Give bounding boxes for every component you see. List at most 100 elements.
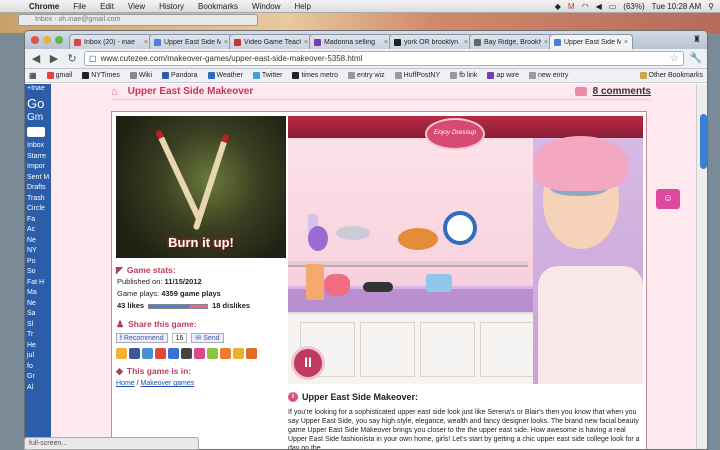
menu-edit[interactable]: Edit bbox=[93, 2, 121, 11]
bookmark-ap-wire[interactable]: ap wire bbox=[487, 72, 519, 79]
gmail-user[interactable]: +Inae bbox=[25, 84, 51, 95]
share-service-icon[interactable] bbox=[155, 348, 166, 359]
share-service-icon[interactable] bbox=[233, 348, 244, 359]
bookmark-twitter[interactable]: Twitter bbox=[252, 72, 282, 79]
tab-ues-active[interactable]: Upper East Side M × bbox=[549, 34, 633, 49]
bookmark-new-entry[interactable]: new entry bbox=[529, 72, 568, 79]
tab-ues-1[interactable]: Upper East Side M × bbox=[149, 34, 233, 49]
cream-tube-item[interactable] bbox=[306, 264, 324, 300]
scrollbar-thumb[interactable] bbox=[700, 114, 707, 169]
gmail-label-item[interactable]: jul bbox=[25, 351, 51, 362]
gmail-label-item[interactable]: NY bbox=[25, 246, 51, 257]
share-service-icon[interactable] bbox=[168, 348, 179, 359]
menu-file[interactable]: File bbox=[66, 2, 93, 11]
close-tab-icon[interactable]: × bbox=[624, 39, 628, 46]
bookmark-pandora[interactable]: Pandora bbox=[162, 72, 198, 79]
tab-gmail[interactable]: Inbox (20) - inae × bbox=[69, 34, 153, 49]
gmail-label-item[interactable]: Circle bbox=[25, 204, 51, 215]
gmail-label-item[interactable]: Fa bbox=[25, 215, 51, 226]
zoom-window-button[interactable] bbox=[55, 36, 63, 44]
gmail-label-item[interactable]: Tr bbox=[25, 330, 51, 341]
wifi-icon[interactable]: ◠ bbox=[582, 2, 589, 11]
jar-item[interactable] bbox=[426, 274, 452, 292]
dropbox-icon[interactable]: ◆ bbox=[555, 2, 561, 11]
gmail-label-item[interactable]: Sent M bbox=[25, 173, 51, 184]
clock[interactable]: Tue 10:28 AM bbox=[652, 2, 702, 11]
close-tab-icon[interactable]: × bbox=[304, 39, 308, 46]
download-shelf[interactable]: full-screen... bbox=[24, 437, 199, 450]
bookmark-star-icon[interactable]: ☆ bbox=[670, 53, 679, 64]
gmail-label-item[interactable]: Po bbox=[25, 257, 51, 268]
bookmark-fb-link[interactable]: fb link bbox=[450, 72, 477, 79]
gmail-label-item[interactable]: Al bbox=[25, 383, 51, 394]
page-scrollbar[interactable] bbox=[696, 84, 707, 449]
close-tab-icon[interactable]: × bbox=[464, 39, 468, 46]
tab-video-game[interactable]: Video Game Teach × bbox=[229, 34, 313, 49]
breadcrumb-home[interactable]: Home bbox=[116, 380, 135, 387]
gmail-notifier-icon[interactable]: M bbox=[568, 2, 575, 11]
compact-item[interactable] bbox=[363, 282, 393, 292]
close-tab-icon[interactable]: × bbox=[384, 39, 388, 46]
comments-link[interactable]: 8 comments bbox=[574, 86, 651, 97]
chat-widget-button[interactable]: ☺ bbox=[656, 189, 680, 209]
bookmark-wiki[interactable]: Wiki bbox=[129, 72, 152, 79]
address-bar[interactable]: ▢ www.cutezee.com/makeover-games/upper-e… bbox=[84, 51, 684, 66]
gmail-label-item[interactable]: Ac bbox=[25, 225, 51, 236]
glove-item[interactable] bbox=[324, 274, 350, 296]
menu-history[interactable]: History bbox=[152, 2, 191, 11]
gmail-label-item[interactable]: Impor bbox=[25, 162, 51, 173]
share-service-icon[interactable] bbox=[129, 348, 140, 359]
back-button[interactable]: ◀ bbox=[30, 52, 42, 65]
game-stage[interactable]: Enjoy Dressup II bbox=[288, 116, 643, 384]
home-icon[interactable]: ⌂ bbox=[111, 86, 118, 98]
close-window-button[interactable] bbox=[31, 36, 39, 44]
battery-icon[interactable]: ▭ bbox=[609, 2, 617, 11]
share-service-icon[interactable] bbox=[142, 348, 153, 359]
tab-bay-ridge[interactable]: Bay Ridge, Brookly × bbox=[469, 34, 553, 49]
bookmark-times-metro[interactable]: times metro bbox=[292, 72, 338, 79]
background-window[interactable]: Inbox - oh.inae@gmail.com bbox=[18, 14, 258, 26]
menu-chrome[interactable]: Chrome bbox=[22, 2, 66, 11]
share-service-icon[interactable] bbox=[181, 348, 192, 359]
menu-window[interactable]: Window bbox=[245, 2, 287, 11]
facebook-send-button[interactable]: ✉ Send bbox=[191, 333, 224, 343]
compose-button[interactable] bbox=[27, 127, 45, 137]
close-tab-icon[interactable]: × bbox=[544, 39, 548, 46]
brush-item[interactable] bbox=[336, 226, 370, 240]
spotlight-icon[interactable]: ⚲ bbox=[708, 2, 714, 11]
comments-count[interactable]: 8 comments bbox=[593, 86, 651, 97]
tab-madonna[interactable]: Madonna selling × bbox=[309, 34, 393, 49]
breadcrumb-makeover-games[interactable]: Makeover games bbox=[141, 380, 195, 387]
share-service-icon[interactable] bbox=[246, 348, 257, 359]
other-bookmarks[interactable]: Other Bookmarks bbox=[639, 72, 703, 79]
gmail-label-item[interactable]: Ne bbox=[25, 299, 51, 310]
share-service-icon[interactable] bbox=[220, 348, 231, 359]
profile-icon[interactable]: ♜ bbox=[693, 34, 701, 45]
reload-button[interactable]: ↻ bbox=[66, 52, 78, 65]
gmail-label-item[interactable]: fo bbox=[25, 362, 51, 373]
pause-button[interactable]: II bbox=[291, 346, 325, 380]
featured-game-thumbnail[interactable]: Burn it up! bbox=[116, 116, 286, 258]
bookmark-nytimes[interactable]: NYTimes bbox=[82, 72, 120, 79]
url-text[interactable]: www.cutezee.com/makeover-games/upper-eas… bbox=[101, 54, 670, 63]
facebook-recommend-button[interactable]: f Recommend bbox=[116, 333, 168, 343]
forward-button[interactable]: ▶ bbox=[48, 52, 60, 65]
bookmark-entry-wiz[interactable]: entry wiz bbox=[348, 72, 385, 79]
purple-bottle-item[interactable] bbox=[308, 226, 328, 251]
gmail-label-item[interactable]: So bbox=[25, 267, 51, 278]
wrench-menu-icon[interactable]: 🔧 bbox=[690, 53, 702, 64]
gmail-label-item[interactable]: Gr bbox=[25, 372, 51, 383]
gmail-label-item[interactable]: Ne bbox=[25, 236, 51, 247]
gmail-label-item[interactable]: Trash bbox=[25, 194, 51, 205]
gmail-label-item[interactable]: Sa bbox=[25, 309, 51, 320]
gmail-label-item[interactable]: He bbox=[25, 341, 51, 352]
tab-search[interactable]: york OR brooklyn × bbox=[389, 34, 473, 49]
bookmark-gmail[interactable]: gmail bbox=[46, 72, 72, 79]
menu-bookmarks[interactable]: Bookmarks bbox=[191, 2, 245, 11]
menu-help[interactable]: Help bbox=[287, 2, 317, 11]
share-service-icon[interactable] bbox=[207, 348, 218, 359]
gmail-label-item[interactable]: Sl bbox=[25, 320, 51, 331]
share-service-icon[interactable] bbox=[116, 348, 127, 359]
gmail-label-item[interactable]: Starre bbox=[25, 152, 51, 163]
bookmark-huffpost[interactable]: HuffPostNY bbox=[394, 72, 440, 79]
